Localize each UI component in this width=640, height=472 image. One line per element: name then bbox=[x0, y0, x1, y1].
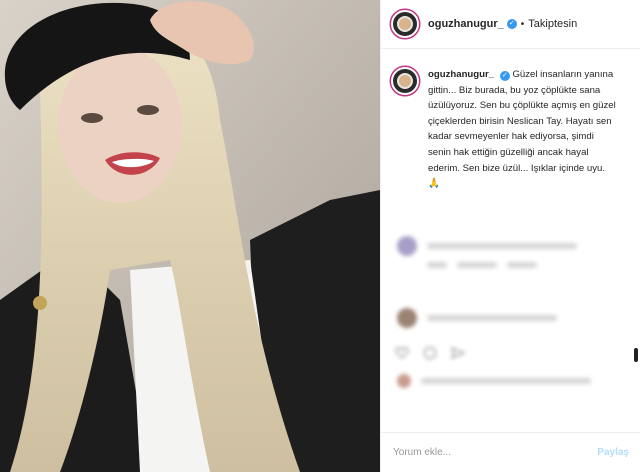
comment-meta bbox=[427, 262, 537, 268]
header-separator: • bbox=[520, 18, 525, 30]
post-header: oguzhanugur_ ✓ • Takiptesin bbox=[381, 0, 640, 49]
comment-row bbox=[397, 308, 557, 328]
post-photo-image bbox=[0, 0, 380, 472]
comment-composer: Yorum ekle... Paylaş bbox=[381, 432, 640, 472]
heart-icon[interactable] bbox=[395, 346, 409, 360]
author-username[interactable]: oguzhanugur_ bbox=[428, 18, 504, 30]
post-comment-button[interactable]: Paylaş bbox=[597, 447, 629, 458]
author-avatar[interactable] bbox=[391, 10, 419, 38]
caption-body: Güzel insanların yanına gittin... Biz bu… bbox=[428, 69, 616, 190]
likes-row bbox=[397, 374, 591, 388]
comment-row bbox=[397, 236, 577, 256]
comment-avatar bbox=[397, 236, 417, 256]
liker-avatar bbox=[397, 374, 411, 388]
comment-avatar bbox=[397, 308, 417, 328]
caption-avatar[interactable] bbox=[391, 67, 419, 95]
action-icons bbox=[395, 346, 466, 360]
comments-scrollbar[interactable] bbox=[630, 206, 640, 366]
caption-username[interactable]: oguzhanugur_ bbox=[428, 69, 494, 80]
comment-text bbox=[427, 315, 557, 321]
comment-text bbox=[427, 243, 577, 249]
caption-block: oguzhanugur_ ✓ Güzel insanların yanına g… bbox=[391, 67, 631, 192]
follow-status-button[interactable]: Takiptesin bbox=[528, 18, 577, 30]
comment-input[interactable]: Yorum ekle... bbox=[393, 447, 451, 458]
share-icon[interactable] bbox=[450, 346, 466, 360]
post-photo[interactable] bbox=[0, 0, 380, 472]
caption-verified-badge-icon: ✓ bbox=[499, 71, 510, 81]
verified-badge-icon: ✓ bbox=[506, 19, 517, 29]
post-side-panel: oguzhanugur_ ✓ • Takiptesin oguzhanugur_… bbox=[380, 0, 640, 472]
scrollbar-thumb[interactable] bbox=[634, 348, 638, 362]
comment-icon[interactable] bbox=[423, 346, 437, 360]
likes-text bbox=[421, 378, 591, 384]
caption-text: oguzhanugur_ ✓ Güzel insanların yanına g… bbox=[428, 67, 618, 192]
